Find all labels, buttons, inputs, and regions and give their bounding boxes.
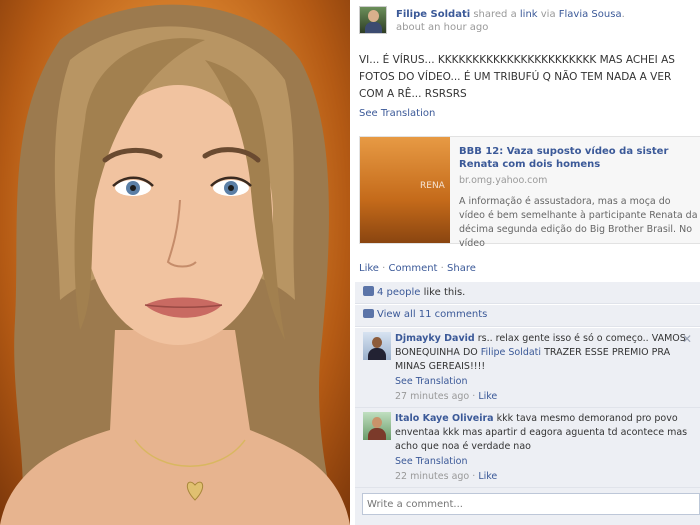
write-comment-input[interactable] [362, 493, 700, 515]
author-name-link[interactable]: Filipe Soldati [396, 9, 470, 20]
comment-see-translation-link[interactable]: See Translation [395, 376, 468, 387]
shared-link-title[interactable]: BBB 12: Vaza suposto vídeo da sister Ren… [459, 145, 699, 171]
view-all-comments-row[interactable]: View all 11 comments [355, 305, 700, 327]
portrait-illustration [0, 4, 350, 525]
commenter-avatar[interactable] [363, 412, 391, 440]
view-all-comments-link[interactable]: View all 11 comments [377, 309, 487, 320]
shared-link-domain: br.omg.yahoo.com [459, 175, 548, 186]
shared-link-box[interactable]: RENA BBB 12: Vaza suposto vídeo da siste… [359, 136, 700, 249]
mention-link[interactable]: Filipe Soldati [481, 347, 541, 358]
shared-link-description: A informação é assustadora, mas a moça d… [459, 196, 698, 249]
shared-text: shared a [470, 9, 520, 20]
see-translation-link[interactable]: See Translation [359, 108, 435, 119]
post-status-text: VI... É VÍRUS... KKKKKKKKKKKKKKKKKKKKKKK… [359, 54, 675, 100]
post-header-text: Filipe Soldati shared a link via Flavia … [396, 8, 625, 34]
comment-see-translation-link[interactable]: See Translation [395, 456, 468, 467]
period-text: . [621, 9, 625, 20]
comment-meta: 27 minutes ago · Like [395, 391, 498, 402]
comment-text: Italo Kaye Oliveira kkk tava mesmo demor… [395, 412, 691, 454]
comment-item: ✕ Djmayky David rs.. relax gente isso é … [355, 328, 700, 408]
post-time[interactable]: about an hour ago [396, 22, 488, 33]
link-word-link[interactable]: link [520, 9, 538, 20]
shared-link-thumbnail[interactable]: RENA [360, 137, 450, 243]
comment-time[interactable]: 22 minutes ago [395, 471, 469, 482]
comment-item: Italo Kaye Oliveira kkk tava mesmo demor… [355, 408, 700, 488]
likes-suffix: like this. [420, 287, 466, 298]
comment-like-link[interactable]: Like [478, 471, 497, 482]
comment-icon [363, 309, 374, 318]
write-comment-row [355, 488, 700, 525]
shared-link-body: BBB 12: Vaza suposto vídeo da sister Ren… [459, 145, 699, 251]
commenter-name-link[interactable]: Italo Kaye Oliveira [395, 413, 494, 424]
comment-like-link[interactable]: Like [478, 391, 497, 402]
via-text: via [537, 9, 559, 20]
commenter-name-link[interactable]: Djmayky David [395, 333, 475, 344]
share-button[interactable]: Share [447, 263, 476, 274]
likes-count-link[interactable]: 4 people [377, 287, 420, 298]
via-name-link[interactable]: Flavia Sousa [559, 9, 622, 20]
comment-time[interactable]: 27 minutes ago [395, 391, 469, 402]
thumbs-up-icon [363, 286, 374, 296]
comment-button[interactable]: Comment [388, 263, 437, 274]
action-separator: · [437, 263, 448, 274]
likes-summary: 4 people like this. [355, 282, 700, 304]
like-button[interactable]: Like [359, 263, 379, 274]
author-avatar[interactable] [359, 6, 387, 34]
comment-text: Djmayky David rs.. relax gente isso é só… [395, 332, 691, 374]
post-actions: Like · Comment · Share [359, 263, 476, 274]
comment-meta: 22 minutes ago · Like [395, 471, 498, 482]
commenter-avatar[interactable] [363, 332, 391, 360]
thumbnail-text: RENA [420, 181, 445, 191]
woman-portrait-photo [0, 0, 350, 525]
